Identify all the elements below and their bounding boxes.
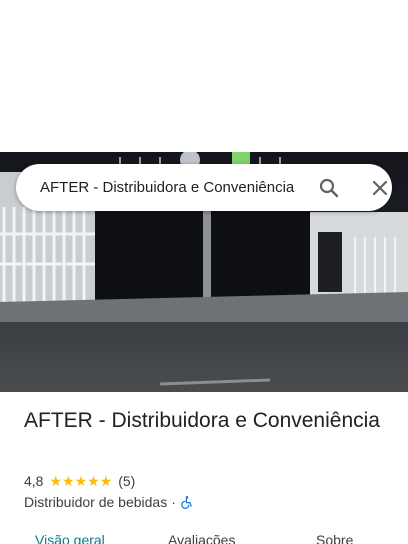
place-category: Distribuidor de bebidas	[24, 494, 168, 510]
wheelchair-icon	[181, 496, 192, 509]
separator-dot: ·	[171, 494, 176, 510]
star-icon: ★★★★★	[49, 473, 113, 489]
tab-reviews[interactable]: Avaliações	[168, 532, 235, 544]
place-tabs: Visão geral Avaliações Sobre	[0, 524, 408, 544]
tab-overview[interactable]: Visão geral	[35, 532, 105, 544]
tab-about[interactable]: Sobre	[316, 532, 353, 544]
rating-row[interactable]: 4,8 ★★★★★ (5)	[24, 472, 135, 490]
place-title: AFTER - Distribuidora e Conveniência	[24, 409, 380, 432]
search-bar[interactable]: AFTER - Distribuidora e Conveniência	[16, 164, 392, 211]
review-count[interactable]: (5)	[118, 473, 135, 489]
category-row: Distribuidor de bebidas ·	[24, 493, 194, 511]
rating-value: 4,8	[24, 473, 44, 489]
close-icon[interactable]	[368, 176, 392, 200]
search-input[interactable]: AFTER - Distribuidora e Conveniência	[40, 164, 302, 211]
search-icon[interactable]	[317, 176, 341, 200]
map-blank-area	[0, 0, 408, 152]
rating-stars: ★★★★★	[49, 474, 112, 488]
